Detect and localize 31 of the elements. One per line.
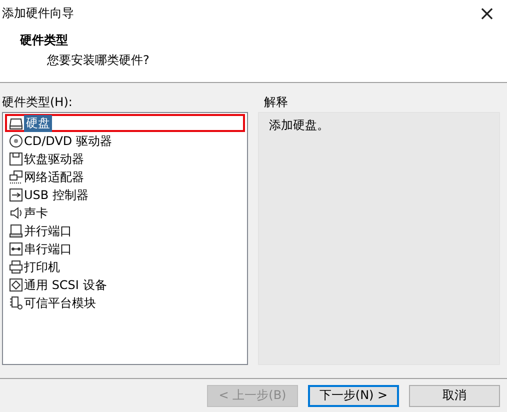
disc-icon bbox=[9, 134, 23, 148]
wizard-button[interactable]: 取消 bbox=[409, 384, 500, 406]
list-item[interactable]: 声卡 bbox=[5, 204, 245, 222]
list-item[interactable]: 软盘驱动器 bbox=[5, 150, 245, 168]
list-item[interactable]: CD/DVD 驱动器 bbox=[5, 132, 245, 150]
list-label: 硬件类型(H): bbox=[2, 95, 74, 111]
list-item[interactable]: 打印机 bbox=[5, 258, 245, 276]
list-item[interactable]: 通用 SCSI 设备 bbox=[5, 276, 245, 294]
window-title: 添加硬件向导 bbox=[1, 4, 74, 22]
list-item[interactable]: 可信平台模块 bbox=[5, 294, 245, 312]
list-item[interactable]: 硬盘 bbox=[5, 114, 245, 132]
network-icon bbox=[9, 170, 23, 184]
list-item[interactable]: 串行端口 bbox=[5, 240, 245, 258]
printer-icon bbox=[9, 260, 23, 274]
explanation-label: 解释 bbox=[263, 95, 289, 111]
list-item[interactable]: 并行端口 bbox=[5, 222, 245, 240]
usb-icon bbox=[9, 188, 23, 202]
port-icon bbox=[9, 242, 23, 256]
list-item[interactable]: 网络适配器 bbox=[5, 168, 245, 186]
floppy-icon bbox=[9, 152, 23, 166]
wizard-button[interactable]: 下一步(N) > bbox=[308, 384, 399, 406]
speaker-icon bbox=[9, 206, 23, 220]
list-item[interactable]: USB 控制器 bbox=[5, 186, 245, 204]
chip-icon bbox=[9, 296, 23, 310]
close-button[interactable]: × bbox=[467, 0, 507, 26]
monitor-icon bbox=[9, 224, 23, 238]
diamond-icon bbox=[9, 278, 23, 292]
page-title: 硬件类型 bbox=[20, 32, 69, 49]
drive-icon bbox=[9, 116, 23, 130]
page-subtitle: 您要安装哪类硬件? bbox=[46, 52, 150, 69]
explanation-text: 添加硬盘。 bbox=[269, 118, 329, 132]
